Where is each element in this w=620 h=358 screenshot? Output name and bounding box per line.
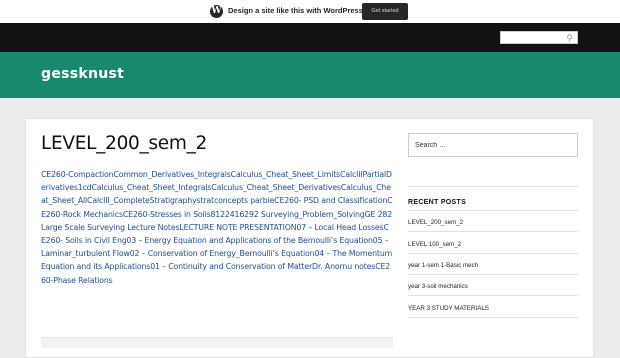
wordpress-logo-icon[interactable]: W [210, 5, 223, 18]
sidebar-search-input[interactable] [409, 134, 577, 157]
post-content-links[interactable]: CE260-CompactionCommon_Derivatives_Integ… [41, 168, 393, 287]
top-navigation-bar: ⚲ [0, 23, 620, 52]
top-search-field[interactable]: ⚲ [500, 31, 578, 44]
divider [408, 210, 578, 211]
recent-post-link[interactable]: year 1-sem 1-Basic mech [408, 262, 478, 269]
sidebar-search-field[interactable] [408, 133, 578, 157]
divider [408, 274, 578, 275]
recent-post-link[interactable]: year 3-soil mechanics [408, 283, 468, 290]
recent-post-link[interactable]: YEAR 3 STUDY MATERIALS [408, 305, 489, 312]
get-started-button[interactable]: Get started [362, 3, 408, 20]
divider [408, 253, 578, 254]
post-title: LEVEL_200_sem_2 [41, 133, 208, 154]
divider [408, 231, 578, 232]
site-header: gessknust [0, 52, 620, 98]
divider [408, 186, 578, 187]
divider [408, 317, 578, 318]
wordpress-promo-text[interactable]: Design a site like this with WordPress.c… [228, 6, 380, 15]
site-title[interactable]: gessknust [41, 66, 124, 82]
recent-posts-heading: RECENT POSTS [408, 199, 467, 206]
search-icon[interactable]: ⚲ [566, 33, 573, 43]
wordpress-promo-bar: W Design a site like this with WordPress… [0, 0, 620, 23]
recent-post-link[interactable]: LEVEL_200_sem_2 [408, 219, 463, 226]
divider [408, 295, 578, 296]
recent-post-link[interactable]: LEVEL 100_sem_2 [408, 241, 461, 248]
